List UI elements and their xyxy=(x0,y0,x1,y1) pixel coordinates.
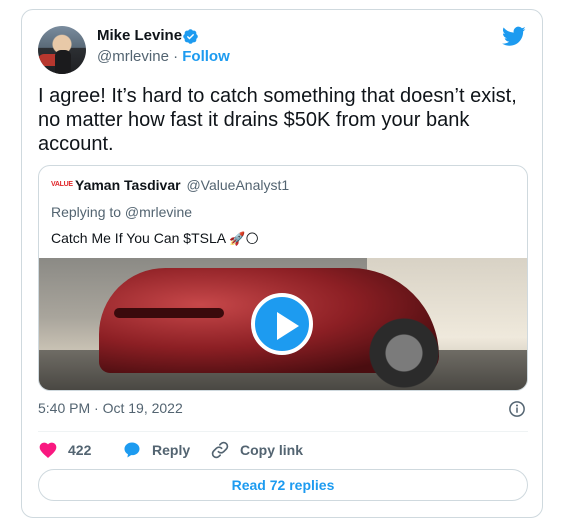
tweet-embed-card: Mike Levine @mrlevine · Follow I agree! … xyxy=(21,9,543,518)
quoted-tweet-text-row: Catch Me If You Can $TSLA 🚀🌕 xyxy=(51,230,259,247)
heart-icon xyxy=(39,442,57,458)
avatar[interactable] xyxy=(38,26,86,74)
tweet-timestamp[interactable]: 5:40 PM · Oct 19, 2022 xyxy=(38,400,183,416)
quoted-author-handle[interactable]: @ValueAnalyst1 xyxy=(186,177,289,193)
reply-button[interactable]: Reply xyxy=(122,440,190,460)
quoted-tweet[interactable]: VALUE Yaman Tasdivar @ValueAnalyst1 Repl… xyxy=(38,165,528,391)
thumbnail-wheel xyxy=(369,318,439,388)
thumbnail-taillight xyxy=(114,308,224,318)
play-button-icon[interactable] xyxy=(251,293,313,355)
quoted-tweet-text: Catch Me If You Can $TSLA xyxy=(51,230,226,246)
info-icon[interactable] xyxy=(508,400,526,418)
twitter-bird-icon[interactable] xyxy=(502,24,526,48)
actions-divider xyxy=(38,431,528,432)
link-icon xyxy=(211,441,229,459)
tweet-text: I agree! It’s hard to catch something th… xyxy=(38,85,517,155)
likes-count: 422 xyxy=(68,442,92,458)
quoted-author-name[interactable]: Yaman Tasdivar xyxy=(75,177,181,193)
separator-dot: · xyxy=(173,48,179,65)
reply-label: Reply xyxy=(152,442,191,458)
author-handle[interactable]: @mrlevine xyxy=(97,48,169,65)
author-name[interactable]: Mike Levine xyxy=(97,27,182,44)
quoted-author-row: Yaman Tasdivar @ValueAnalyst1 xyxy=(75,177,289,193)
author-handle-row: @mrlevine · Follow xyxy=(97,48,230,65)
copy-link-button[interactable]: Copy link xyxy=(210,440,303,460)
copy-link-label: Copy link xyxy=(240,442,304,458)
video-thumbnail[interactable] xyxy=(39,258,527,390)
like-button[interactable]: 422 xyxy=(38,440,91,460)
verified-badge-icon xyxy=(183,29,198,44)
follow-button[interactable]: Follow xyxy=(182,48,230,65)
rocket-moon-emoji: 🚀🌕 xyxy=(229,231,259,246)
read-replies-button[interactable]: Read 72 replies xyxy=(38,469,528,501)
quoted-author-logo: VALUE xyxy=(51,181,73,188)
replying-to-text: Replying to @mrlevine xyxy=(51,204,193,220)
reply-bubble-icon xyxy=(124,442,140,458)
avatar-person-shape xyxy=(55,50,71,74)
